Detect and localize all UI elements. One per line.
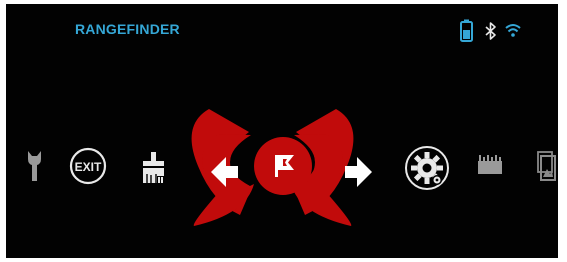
settings-gear-icon	[411, 152, 443, 185]
wrench-icon	[28, 151, 41, 181]
exit-button[interactable]: EXIT	[69, 147, 107, 185]
clear-brush-icon	[143, 152, 164, 184]
ruler-icon	[478, 155, 502, 174]
menu-carousel: EXIT	[28, 109, 556, 226]
arrow-right-icon	[345, 157, 372, 187]
clear-brush-button[interactable]	[143, 152, 164, 184]
device-screen: RANGEFINDER EXIT	[6, 4, 558, 258]
wrench-button[interactable]	[28, 151, 41, 181]
gallery-icon	[537, 151, 556, 181]
settings-button[interactable]	[405, 146, 449, 190]
ruler-button[interactable]	[478, 155, 502, 174]
gallery-button[interactable]	[537, 151, 556, 181]
exit-label: EXIT	[75, 160, 102, 174]
flag-button[interactable]	[254, 137, 312, 195]
arrow-left-button[interactable]	[191, 109, 254, 226]
